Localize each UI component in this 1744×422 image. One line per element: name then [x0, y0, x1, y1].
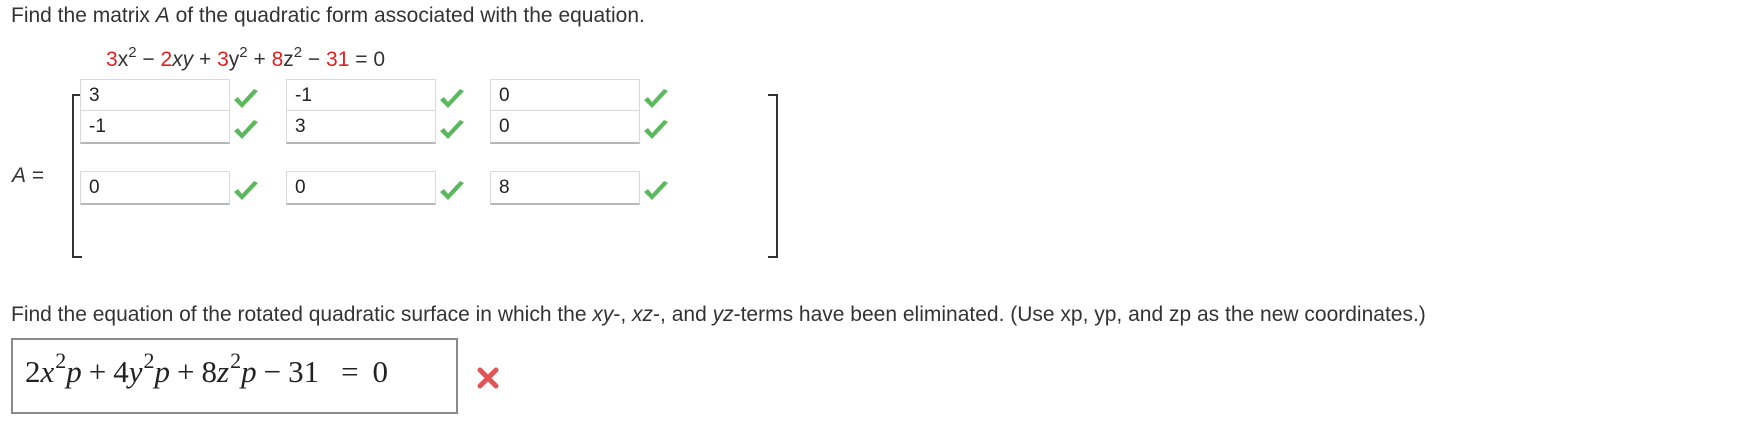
answer-sub-3: p: [241, 354, 257, 389]
op-2: +: [193, 48, 218, 71]
equation-rhs: = 0: [349, 48, 386, 71]
quadratic-equation: 3x2 − 2xy + 3y2 + 8z2 − 31 = 0: [106, 44, 386, 72]
answer-exp-2: 2: [143, 348, 155, 373]
answer-rhs: 0: [372, 354, 389, 389]
matrix-cell-3-2[interactable]: 0: [286, 171, 436, 205]
answer-sub-1: p: [66, 354, 82, 389]
op-1: −: [136, 48, 161, 71]
question-2-text-4: -terms have been eliminated. (Use xp, yp…: [733, 303, 1426, 326]
answer-input[interactable]: 2x2p +4y2p +8z2p −31 = 0: [11, 338, 458, 414]
answer-exp-1: 2: [55, 348, 67, 373]
matrix-cell-2-1[interactable]: -1: [80, 110, 230, 144]
power-1: 2: [128, 44, 137, 61]
answer-var-1: x: [40, 354, 55, 389]
answer-op-2: +: [177, 354, 195, 389]
question-2-text-2: -,: [613, 303, 633, 326]
question-1-text-a: Find the matrix: [11, 4, 156, 27]
answer-exp-3: 2: [230, 348, 242, 373]
checkmark-icon: [438, 119, 466, 141]
matrix-right-bracket: [768, 94, 778, 258]
checkmark-icon: [232, 119, 260, 141]
checkmark-icon: [438, 180, 466, 202]
coef-5: 31: [326, 48, 350, 71]
answer-expression: 2x2p +4y2p +8z2p −31 = 0: [25, 348, 389, 390]
answer-coef-1: 2: [25, 354, 41, 389]
answer-op-1: +: [88, 354, 107, 389]
answer-sub-2: p: [154, 354, 171, 389]
checkmark-icon: [232, 180, 260, 202]
answer-op-3: −: [263, 354, 282, 389]
answer-var-3: z: [217, 354, 230, 389]
answer-constant: 31: [288, 354, 320, 389]
matrix-cell-3-3[interactable]: 8: [490, 171, 640, 205]
matrix-cell-2-3[interactable]: 0: [490, 110, 640, 144]
question-1-var: A: [155, 4, 170, 27]
answer-equals: =: [341, 354, 359, 389]
matrix-label: A =: [12, 164, 44, 188]
question-2-text-1: Find the equation of the rotated quadrat…: [11, 303, 593, 326]
question-2-text-3: -, and: [653, 303, 713, 326]
coef-3: 3: [217, 48, 229, 71]
power-4: 2: [293, 44, 303, 61]
question-2-xz: xz: [632, 303, 654, 326]
term-1: x: [117, 48, 129, 71]
coef-4: 8: [271, 48, 284, 71]
op-3: +: [247, 48, 272, 71]
checkmark-icon: [642, 88, 670, 110]
matrix-cell-2-2[interactable]: 3: [286, 110, 436, 144]
term-2: xy: [172, 48, 194, 71]
checkmark-icon: [438, 88, 466, 110]
cross-icon: [476, 366, 500, 390]
coef-2: 2: [160, 48, 173, 71]
coef-1: 3: [106, 48, 118, 71]
term-3: y: [228, 48, 240, 71]
question-2-xy: xy: [592, 303, 614, 326]
checkmark-icon: [642, 119, 670, 141]
answer-coef-2: 4: [113, 354, 129, 389]
matrix-cell-1-3[interactable]: 0: [490, 79, 640, 113]
matrix-label-equals: =: [26, 164, 45, 187]
power-3: 2: [239, 44, 248, 61]
op-4: −: [302, 48, 327, 71]
matrix-cell-3-1[interactable]: 0: [80, 171, 230, 205]
term-4: z: [283, 48, 294, 71]
answer-var-2: y: [128, 354, 143, 389]
question-1-prompt: Find the matrix A of the quadratic form …: [11, 4, 645, 28]
matrix-cell-1-2[interactable]: -1: [286, 79, 436, 113]
matrix-cell-1-1[interactable]: 3: [80, 79, 230, 113]
answer-coef-3: 8: [201, 354, 218, 389]
question-2-prompt: Find the equation of the rotated quadrat…: [11, 303, 1426, 327]
question-1-text-b: of the quadratic form associated with th…: [169, 4, 645, 27]
matrix-label-var: A: [12, 164, 27, 187]
checkmark-icon: [642, 180, 670, 202]
question-2-yz: yz: [712, 303, 734, 326]
checkmark-icon: [232, 88, 260, 110]
